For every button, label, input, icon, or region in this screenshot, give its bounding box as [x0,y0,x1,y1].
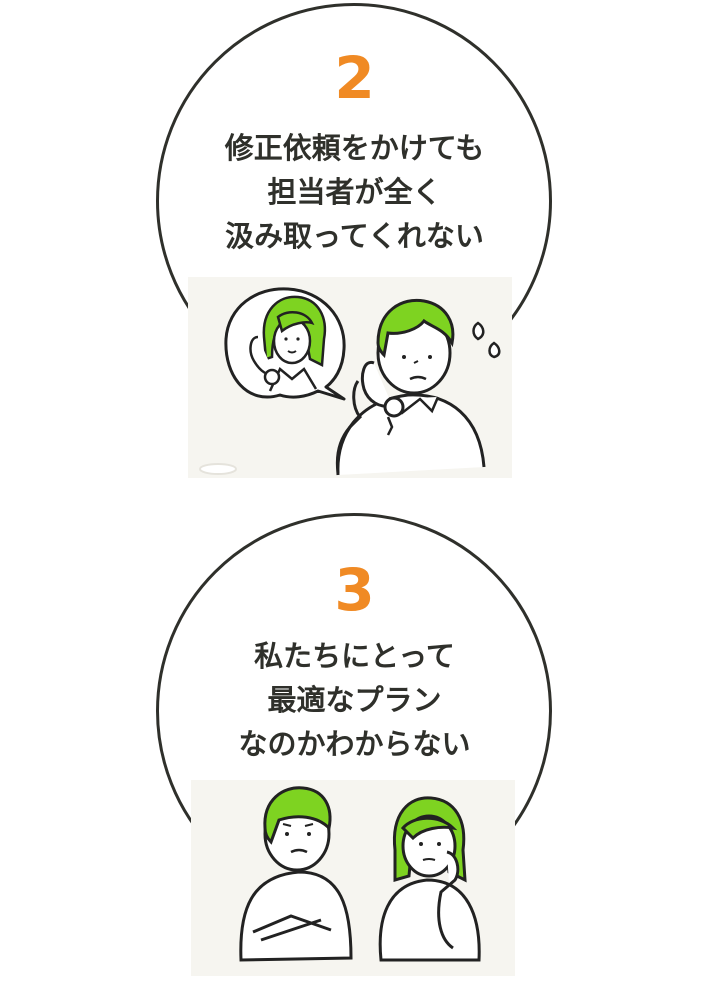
problem-title-line: 修正依頼をかけても [224,131,485,165]
problem-title-line: 担当者が全く [267,175,442,209]
problem-title-line: 私たちにとって [254,639,455,673]
problem-title-line: 汲み取ってくれない [225,219,484,253]
phone-call-illustration [188,277,512,478]
problem-number: 3 [334,556,375,624]
confused-couple-illustration-svg [239,786,481,962]
problem-card-3: 3 私たちにとって 最適なプラン なのかわからない [0,490,709,983]
phone-call-illustration-svg [199,287,501,476]
problem-title-line: 最適なプラン [267,683,442,717]
problem-number: 2 [334,44,375,112]
problem-title: 私たちにとって 最適なプラン なのかわからない [0,634,709,766]
confused-couple-illustration [191,780,515,976]
problem-title: 修正依頼をかけても 担当者が全く 汲み取ってくれない [0,126,709,258]
problem-card-2: 2 修正依頼をかけても 担当者が全く 汲み取ってくれない [0,0,709,490]
problem-title-line: なのかわからない [238,727,471,761]
